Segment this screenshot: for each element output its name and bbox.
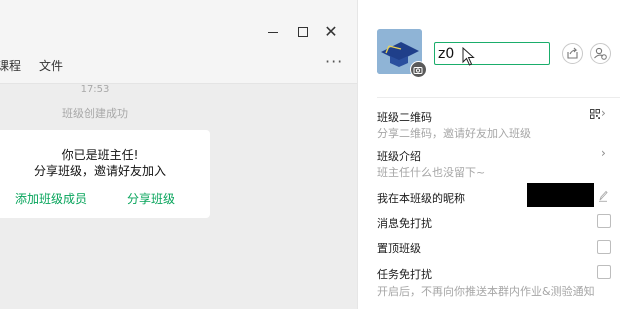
maximize-button[interactable] <box>293 22 313 42</box>
nickname-label: 我在本班级的昵称 <box>377 192 465 205</box>
tab-course[interactable]: 课程 <box>0 57 21 74</box>
share-icon <box>567 47 578 59</box>
maximize-icon <box>298 27 308 37</box>
pin-label: 置顶班级 <box>377 242 421 255</box>
task-mute-checkbox[interactable] <box>597 265 611 279</box>
task-mute-subtitle: 开启后，不再向你推送本群内作业&测验通知 <box>377 285 595 298</box>
camera-button[interactable] <box>410 61 427 78</box>
camera-icon <box>413 67 423 74</box>
message-timestamp: 17:53 <box>80 84 110 95</box>
card-subtitle: 分享班级，邀请好友加入 <box>33 164 166 178</box>
card-title: 你已是班主任! <box>61 148 139 162</box>
close-icon: ✕ <box>324 22 338 41</box>
minimize-icon <box>268 32 278 33</box>
share-button[interactable] <box>562 43 583 64</box>
pin-checkbox[interactable] <box>597 240 611 254</box>
intro-subtitle: 班主任什么也没留下~ <box>377 166 486 179</box>
class-name-input[interactable] <box>434 42 550 65</box>
chevron-right-icon: › <box>601 146 606 160</box>
more-icon[interactable]: ··· <box>325 52 343 71</box>
qrcode-title: 班级二维码 <box>377 111 432 124</box>
welcome-card: 你已是班主任! 分享班级，邀请好友加入 添加班级成员 分享班级 <box>0 130 210 218</box>
class-info-panel: 班级二维码 分享二维码，邀请好友加入班级 › 班级介绍 班主任什么也没留下~ ›… <box>357 0 620 309</box>
system-message: 班级创建成功 <box>62 107 128 120</box>
person-icon <box>594 47 607 60</box>
tab-files[interactable]: 文件 <box>39 57 63 74</box>
cursor-icon <box>462 47 475 66</box>
task-mute-title: 任务免打扰 <box>377 268 432 281</box>
share-class-link[interactable]: 分享班级 <box>127 190 175 207</box>
add-member-link[interactable]: 添加班级成员 <box>15 190 87 207</box>
qrcode-icon <box>590 109 600 119</box>
member-settings-button[interactable] <box>590 43 611 64</box>
qrcode-subtitle: 分享二维码，邀请好友加入班级 <box>377 127 531 140</box>
close-button[interactable]: ✕ <box>321 22 341 42</box>
pen-icon[interactable] <box>598 190 608 202</box>
minimize-button[interactable] <box>263 22 283 42</box>
chat-window: ✕ 课程 文件 ··· 17:53 班级创建成功 你已是班主任! 分享班级，邀请… <box>0 0 357 309</box>
mute-label: 消息免打扰 <box>377 217 432 230</box>
divider <box>377 97 620 98</box>
nickname-field[interactable] <box>527 183 594 207</box>
mute-checkbox[interactable] <box>597 214 611 228</box>
intro-title: 班级介绍 <box>377 150 421 163</box>
chevron-right-icon: › <box>601 106 606 120</box>
